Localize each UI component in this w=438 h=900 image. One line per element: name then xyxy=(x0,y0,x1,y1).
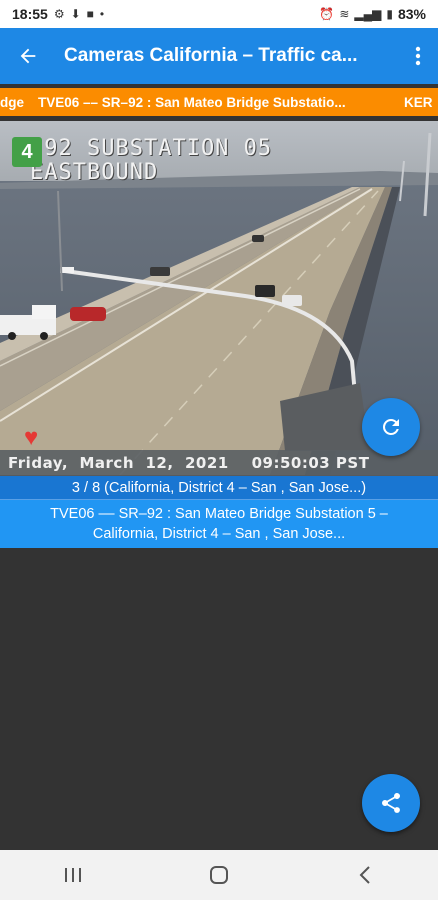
camera-pager: 3 / 8 (California, District 4 – San , Sa… xyxy=(0,476,438,500)
ticker-current-item[interactable]: TVE06 –– SR–92 : San Mateo Bridge Substa… xyxy=(38,95,384,110)
camera-overlay-title: 92 SUBSTATION 05 EASTBOUND xyxy=(30,137,272,185)
battery-icon: ▮ xyxy=(386,7,393,21)
notification-icon: ■ xyxy=(86,7,94,21)
back-button[interactable] xyxy=(0,28,56,84)
favorite-heart-icon[interactable]: ♥ xyxy=(24,424,38,452)
camera-overlay-line1: 92 SUBSTATION 05 xyxy=(30,136,273,161)
arrow-back-icon xyxy=(20,48,36,64)
district-badge: 4 xyxy=(12,137,42,167)
refresh-icon xyxy=(383,419,399,435)
download-icon: ⬇ xyxy=(70,7,81,21)
camera-timestamp: Friday, March 12, 2021 09:50:03 PST xyxy=(0,450,438,476)
status-time: 18:55 xyxy=(12,6,48,22)
camera-description: TVE06 –– SR–92 : San Mateo Bridge Substa… xyxy=(0,500,438,548)
battery-level: 83% xyxy=(397,6,426,22)
more-vert-icon xyxy=(415,46,421,66)
recent-apps-icon xyxy=(65,868,81,882)
back-nav-button[interactable] xyxy=(325,850,405,900)
ticker-next-item[interactable]: KER xyxy=(404,95,433,110)
camera-ticker[interactable]: dge TVE06 –– SR–92 : San Mateo Bridge Su… xyxy=(0,88,438,116)
home-button[interactable] xyxy=(179,850,259,900)
description-line2: California, District 4 – San , San Jose.… xyxy=(92,526,346,542)
overflow-menu-button[interactable] xyxy=(398,28,438,84)
refresh-button[interactable] xyxy=(362,398,420,456)
app-bar: Cameras California – Traffic ca... xyxy=(0,28,438,84)
settings-icon: ⚙ xyxy=(53,7,65,21)
wifi-icon: ≋ xyxy=(339,7,350,21)
status-bar: 18:55 ⚙ ⬇ ■ • ⏰ ≋ ▂▄▆ ▮ 83% xyxy=(0,0,438,28)
home-icon xyxy=(210,866,228,884)
ticker-prev-item[interactable]: dge xyxy=(0,95,24,110)
dot-icon: • xyxy=(99,7,105,21)
signal-icon: ▂▄▆ xyxy=(354,7,382,21)
share-icon xyxy=(382,793,400,813)
recent-apps-button[interactable] xyxy=(33,850,113,900)
camera-overlay-line2: EASTBOUND xyxy=(30,160,159,185)
app-title: Cameras California – Traffic ca... xyxy=(64,45,358,66)
description-line1: TVE06 –– SR–92 : San Mateo Bridge Substa… xyxy=(50,506,388,522)
share-button[interactable] xyxy=(362,774,420,832)
system-nav-bar xyxy=(0,850,438,900)
alarm-icon: ⏰ xyxy=(319,7,335,21)
back-chevron-icon xyxy=(359,866,370,884)
